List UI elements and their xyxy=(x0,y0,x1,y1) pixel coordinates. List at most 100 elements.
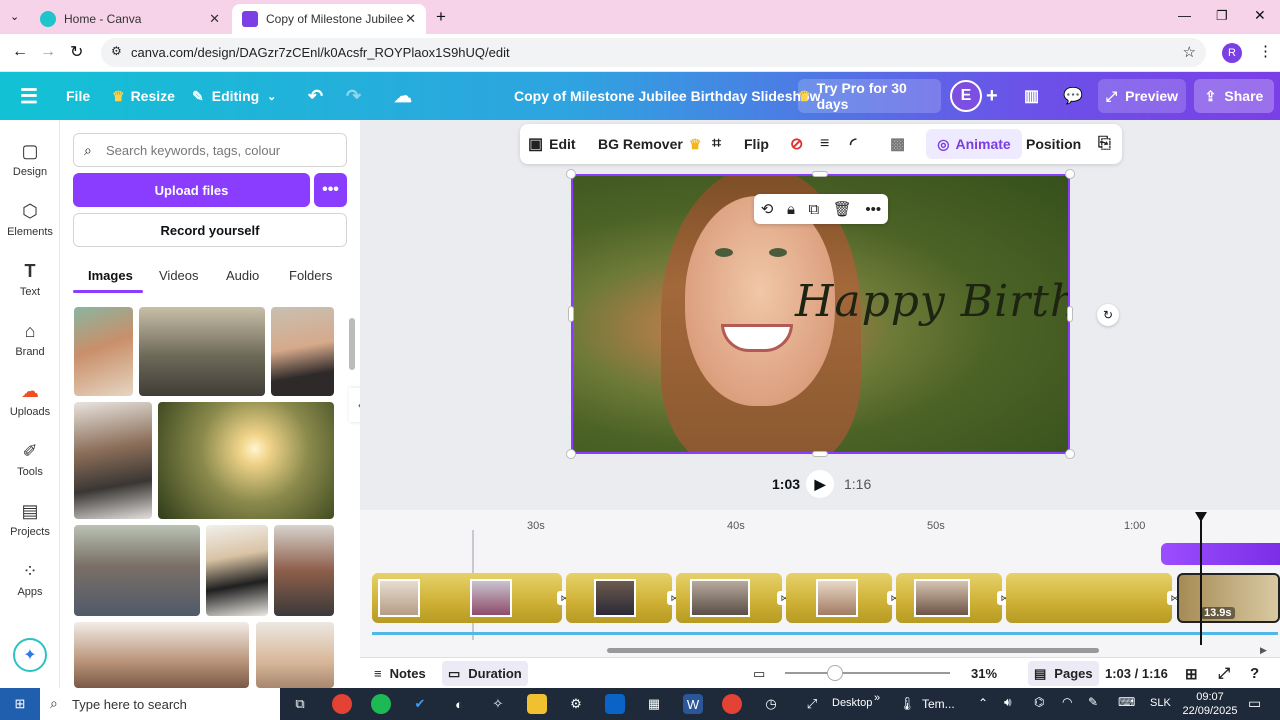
tab-folders[interactable]: Folders xyxy=(289,268,332,283)
new-tab-icon[interactable]: + xyxy=(436,7,446,27)
close-tab-icon[interactable]: ✕ xyxy=(209,11,220,27)
resize-handle-bottom[interactable] xyxy=(812,451,828,457)
back-icon[interactable]: ← xyxy=(12,43,28,61)
timeline-clip[interactable] xyxy=(372,573,562,623)
animate-button[interactable]: ◎ Animate xyxy=(926,129,1022,159)
fullscreen-icon[interactable]: ⤢ xyxy=(1218,658,1230,689)
chrome-profile-icon[interactable] xyxy=(722,694,742,714)
rail-item-brand[interactable]: ⌂ Brand xyxy=(0,316,60,372)
close-tab-icon[interactable]: ✕ xyxy=(405,11,416,27)
browser-tab-design[interactable]: Copy of Milestone Jubilee Birthd ✕ xyxy=(232,4,426,34)
network-icon[interactable]: ⌬ xyxy=(1034,695,1044,709)
spotify-icon[interactable] xyxy=(371,694,391,714)
desktop-label[interactable]: Desktop xyxy=(832,697,872,709)
tem-label[interactable]: Tem... xyxy=(922,697,955,711)
remote-desktop-icon[interactable]: ⤢ xyxy=(802,694,822,714)
settings-icon[interactable]: ⚙ xyxy=(566,694,586,714)
tab-videos[interactable]: Videos xyxy=(159,268,199,283)
todo-icon[interactable]: ✔ xyxy=(410,694,430,714)
site-info-icon[interactable]: ⚙ xyxy=(111,44,122,58)
timeline-clip[interactable] xyxy=(896,573,1002,623)
zoom-slider-knob[interactable] xyxy=(827,665,843,681)
duplicate-icon[interactable]: ⧉ xyxy=(809,201,820,218)
resize-handle-top[interactable] xyxy=(812,171,828,177)
paint-icon[interactable]: ◐ xyxy=(449,694,469,714)
panel-scrollbar[interactable] xyxy=(349,318,355,370)
upload-files-button[interactable]: Upload files xyxy=(73,173,310,207)
timeline-clip[interactable] xyxy=(1006,573,1172,623)
timeline-clip[interactable] xyxy=(786,573,892,623)
border-weight-icon[interactable]: ≡ xyxy=(820,124,829,164)
reload-icon[interactable]: ↻ xyxy=(70,42,83,62)
resize-handle-left[interactable] xyxy=(568,306,574,322)
file-explorer-icon[interactable] xyxy=(527,694,547,714)
resize-handle-bl[interactable] xyxy=(566,449,576,459)
timeline-scrollbar[interactable] xyxy=(607,648,1099,653)
image-thumbnail[interactable] xyxy=(139,307,265,396)
task-view-icon[interactable]: ⧉ xyxy=(290,694,310,714)
volume-icon[interactable]: 🔊︎ xyxy=(1004,695,1012,710)
preview-button[interactable]: ⤢ Preview xyxy=(1098,79,1186,113)
maximize-icon[interactable]: ❐ xyxy=(1216,8,1228,24)
hamburger-menu-icon[interactable]: ☰ xyxy=(20,72,38,120)
word-icon[interactable]: W xyxy=(683,694,703,714)
comments-icon[interactable]: 💬 xyxy=(1063,72,1083,120)
image-thumbnail[interactable] xyxy=(271,307,334,396)
browser-tab-home[interactable]: Home - Canva ✕ xyxy=(30,4,230,34)
tab-audio[interactable]: Audio xyxy=(226,268,259,283)
close-window-icon[interactable]: ✕ xyxy=(1254,7,1266,24)
resize-handle-tr[interactable] xyxy=(1065,169,1075,179)
wifi-icon[interactable]: ◠ xyxy=(1062,695,1072,709)
image-thumbnail[interactable] xyxy=(74,525,200,616)
image-thumbnail[interactable] xyxy=(74,622,249,688)
image-thumbnail[interactable] xyxy=(74,402,152,519)
corner-rounding-icon[interactable]: ◜ xyxy=(850,124,856,164)
resize-button[interactable]: ♛ Resize xyxy=(112,72,175,120)
windows-start-icon[interactable]: ⊞ xyxy=(0,688,40,720)
timeline-clip[interactable] xyxy=(566,573,672,623)
bookmark-star-icon[interactable]: ☆ xyxy=(1183,43,1196,61)
forward-icon[interactable]: → xyxy=(40,43,56,61)
insights-chart-icon[interactable]: ▥ xyxy=(1024,72,1039,120)
editing-mode-button[interactable]: ✎ Editing ⌄ xyxy=(192,72,276,120)
transparency-icon[interactable]: ▩ xyxy=(890,124,905,164)
star-app-icon[interactable]: ✧ xyxy=(488,694,508,714)
edit-button[interactable]: ▣ Edit xyxy=(528,124,576,164)
help-icon[interactable]: ? xyxy=(1250,658,1259,689)
profile-avatar[interactable]: R xyxy=(1222,43,1242,63)
lock-icon[interactable]: 🔒︎ xyxy=(787,201,795,218)
minimize-icon[interactable]: — xyxy=(1178,8,1191,23)
rail-item-tools[interactable]: ✐ Tools xyxy=(0,436,60,492)
try-pro-button[interactable]: ♛ Try Pro for 30 days xyxy=(798,79,941,113)
playhead[interactable] xyxy=(1200,518,1202,645)
cloud-save-icon[interactable]: ☁ xyxy=(394,72,412,120)
clock-app-icon[interactable]: ◷ xyxy=(761,694,781,714)
magic-assistant-icon[interactable]: ✦ xyxy=(13,638,47,672)
search-input[interactable]: ⌕ Search keywords, tags, colour xyxy=(73,133,347,167)
design-title[interactable]: Copy of Milestone Jubilee Birthday Slide… xyxy=(514,72,821,120)
more-options-icon[interactable]: ••• xyxy=(314,173,347,207)
zoom-slider-track[interactable] xyxy=(785,672,950,674)
resize-handle-br[interactable] xyxy=(1065,449,1075,459)
thermometer-icon[interactable]: 🌡︎ xyxy=(897,694,917,714)
play-button[interactable]: ▶ xyxy=(806,470,834,498)
pages-button[interactable]: ▤ Pages xyxy=(1028,661,1099,686)
rotate-handle-icon[interactable]: ↻ xyxy=(1097,304,1119,326)
position-button[interactable]: Position xyxy=(1026,124,1081,164)
notes-button[interactable]: ≡ Notes xyxy=(374,658,426,689)
image-thumbnail[interactable] xyxy=(256,622,334,688)
redo-icon[interactable]: ↷ xyxy=(346,72,361,120)
duration-button[interactable]: ▭ Duration xyxy=(442,661,528,686)
undo-icon[interactable]: ↶ xyxy=(308,72,323,120)
browser-menu-icon[interactable]: ⋮ xyxy=(1258,42,1273,60)
crop-icon[interactable]: ⌗ xyxy=(712,124,721,164)
audio-track[interactable] xyxy=(1161,543,1280,565)
rail-item-text[interactable]: T Text xyxy=(0,256,60,312)
timeline-clip-selected[interactable]: 13.9s xyxy=(1177,573,1280,623)
tab-list-icon[interactable]: ⌄ xyxy=(10,10,19,23)
keyboard-icon[interactable]: ⌨ xyxy=(1118,695,1135,709)
file-menu-button[interactable]: File xyxy=(66,72,90,120)
delete-icon[interactable]: 🗑︎ xyxy=(833,200,852,218)
toolbar-overflow-icon[interactable]: » xyxy=(874,692,880,704)
resize-handle-right[interactable] xyxy=(1067,306,1073,322)
